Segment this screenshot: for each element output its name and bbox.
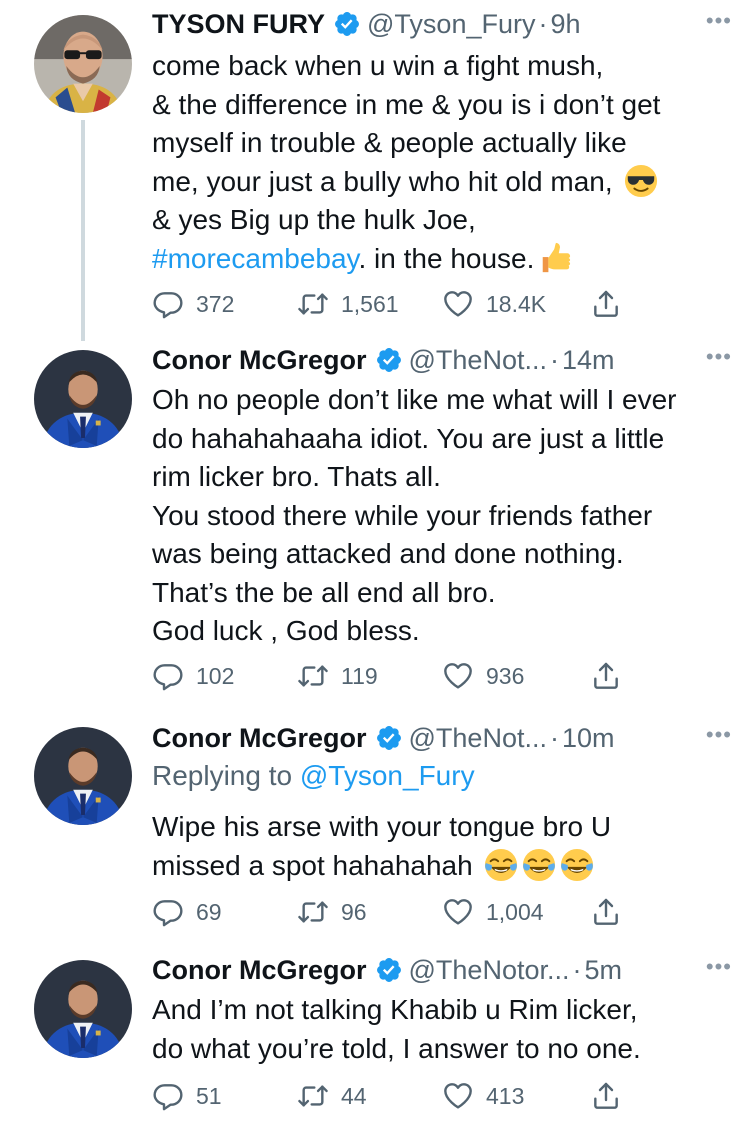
- smiling-face-with-sunglasses-icon: [624, 164, 658, 198]
- avatar[interactable]: [34, 350, 132, 448]
- retweet-button[interactable]: 44: [297, 1080, 367, 1112]
- heart-icon: [442, 896, 474, 928]
- reply-count: 51: [196, 1082, 222, 1109]
- retweet-count: 119: [341, 662, 378, 689]
- tweet-actions: 372 1,561 18.4K: [152, 288, 632, 328]
- tweet-text-part: & yes Big up the hulk Joe,: [152, 204, 476, 235]
- avatar[interactable]: [34, 960, 132, 1058]
- share-icon: [590, 896, 622, 928]
- separator-dot: ·: [549, 722, 559, 753]
- separator-dot: ·: [572, 954, 582, 985]
- reply-button[interactable]: 102: [152, 660, 234, 692]
- avatar[interactable]: [34, 15, 132, 113]
- display-name[interactable]: Conor McGregor: [152, 955, 367, 986]
- thumbs-up-icon: [538, 241, 572, 275]
- like-button[interactable]: 1,004: [442, 896, 544, 928]
- heart-icon: [442, 660, 474, 692]
- retweet-button[interactable]: 96: [297, 896, 367, 928]
- retweet-button[interactable]: 1,561: [297, 288, 399, 320]
- share-icon: [590, 1080, 622, 1112]
- face-with-tears-of-joy-icon: [560, 848, 594, 882]
- tweet-text: Oh no people don’t like me what will I e…: [152, 384, 677, 646]
- replying-to-link[interactable]: @Tyson_Fury: [300, 760, 475, 791]
- tweet-header: Conor McGregor @TheNot... · 14m •••: [152, 340, 732, 380]
- tweet-text-part: come back when u win a fight mush, & the…: [152, 50, 661, 197]
- reply-icon: [152, 1080, 184, 1112]
- share-button[interactable]: [590, 896, 634, 928]
- face-with-tears-of-joy-icon: [484, 848, 518, 882]
- retweet-icon: [297, 660, 329, 692]
- separator-dot: ·: [549, 344, 559, 375]
- retweet-count: 96: [341, 898, 367, 925]
- reply-icon: [152, 896, 184, 928]
- share-button[interactable]: [590, 660, 634, 692]
- tweet-header: Conor McGregor @TheNot... · 10m •••: [152, 718, 732, 758]
- tweet-text: And I’m not talking Khabib u Rim licker,…: [152, 994, 641, 1064]
- like-button[interactable]: 18.4K: [442, 288, 546, 320]
- avatar[interactable]: [34, 727, 132, 825]
- retweet-icon: [297, 896, 329, 928]
- tweet-text-part: . in the house.: [358, 242, 535, 274]
- user-handle[interactable]: @TheNot...: [409, 345, 547, 376]
- like-button[interactable]: 413: [442, 1080, 524, 1112]
- replying-to: Replying to @Tyson_Fury: [152, 760, 475, 792]
- timestamp[interactable]: 5m: [585, 955, 623, 986]
- verified-badge-icon: [375, 724, 403, 752]
- reply-icon: [152, 660, 184, 692]
- more-icon[interactable]: •••: [706, 8, 732, 34]
- verified-badge-icon: [375, 956, 403, 984]
- reply-button[interactable]: 69: [152, 896, 222, 928]
- heart-icon: [442, 288, 474, 320]
- timestamp[interactable]: 14m: [562, 345, 615, 376]
- timestamp[interactable]: 10m: [562, 723, 615, 754]
- retweet-icon: [297, 288, 329, 320]
- verified-badge-icon: [333, 10, 361, 38]
- face-with-tears-of-joy-icon: [522, 848, 556, 882]
- display-name[interactable]: TYSON FURY: [152, 9, 325, 40]
- reply-button[interactable]: 372: [152, 288, 234, 320]
- share-button[interactable]: [590, 288, 634, 320]
- heart-icon: [442, 1080, 474, 1112]
- separator-dot: ·: [538, 8, 548, 39]
- more-icon[interactable]: •••: [706, 954, 732, 980]
- retweet-count: 44: [341, 1082, 367, 1109]
- tweet-actions: 69 96 1,004: [152, 896, 632, 936]
- more-icon[interactable]: •••: [706, 722, 732, 748]
- display-name[interactable]: Conor McGregor: [152, 723, 367, 754]
- reply-count: 372: [196, 290, 235, 317]
- like-button[interactable]: 936: [442, 660, 524, 692]
- like-count: 1,004: [486, 898, 544, 925]
- hashtag-link[interactable]: #morecambebay: [152, 243, 358, 274]
- tweet-text: Wipe his arse with your tongue bro U mis…: [152, 808, 726, 885]
- tweet-actions: 51 44 413: [152, 1080, 632, 1120]
- retweet-button[interactable]: 119: [297, 660, 378, 692]
- more-icon[interactable]: •••: [706, 344, 732, 370]
- retweet-count: 1,561: [341, 290, 399, 317]
- reply-icon: [152, 288, 184, 320]
- like-count: 936: [486, 662, 525, 689]
- retweet-icon: [297, 1080, 329, 1112]
- tweet-actions: 102 119 936: [152, 660, 632, 700]
- reply-count: 102: [196, 662, 235, 689]
- thread-line: [81, 120, 85, 341]
- verified-badge-icon: [375, 346, 403, 374]
- replying-to-prefix: Replying to: [152, 760, 300, 791]
- tweet-header: Conor McGregor @TheNotor... · 5m •••: [152, 950, 732, 990]
- timestamp[interactable]: 9h: [550, 9, 580, 40]
- like-count: 18.4K: [486, 290, 547, 317]
- reply-button[interactable]: 51: [152, 1080, 222, 1112]
- share-icon: [590, 660, 622, 692]
- share-button[interactable]: [590, 1080, 634, 1112]
- reply-count: 69: [196, 898, 222, 925]
- user-handle[interactable]: @TheNotor...: [409, 955, 570, 986]
- user-handle[interactable]: @Tyson_Fury: [367, 9, 535, 40]
- tweet-text: come back when u win a fight mush, & the…: [152, 47, 726, 278]
- share-icon: [590, 288, 622, 320]
- like-count: 413: [486, 1082, 525, 1109]
- user-handle[interactable]: @TheNot...: [409, 723, 547, 754]
- display-name[interactable]: Conor McGregor: [152, 345, 367, 376]
- tweet-header: TYSON FURY @Tyson_Fury · 9h •••: [152, 4, 732, 44]
